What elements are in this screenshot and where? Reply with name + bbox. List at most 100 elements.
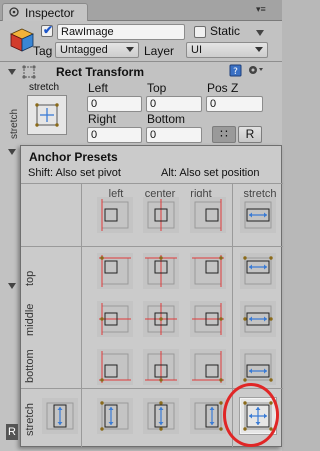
divider bbox=[81, 183, 82, 447]
foldout-arrow-icon[interactable] bbox=[8, 149, 16, 155]
bottom-tab-label: R bbox=[6, 424, 18, 440]
foldout-arrow-icon[interactable] bbox=[8, 69, 16, 75]
anchor-preset-stretch-right[interactable] bbox=[190, 398, 226, 434]
anchor-preset-icon bbox=[243, 401, 273, 431]
anchor-preset-stretch-stretch[interactable] bbox=[239, 397, 277, 435]
anchor-preset-stretch-center[interactable] bbox=[143, 398, 179, 434]
anchor-preset-bottom-right[interactable] bbox=[190, 349, 226, 385]
anchor-preset-icon bbox=[243, 353, 273, 382]
anchor-preset-icon bbox=[46, 402, 74, 430]
alt-hint: Alt: Also set position bbox=[161, 167, 260, 179]
anchor-preset-icon bbox=[243, 256, 273, 285]
anchor-preset-icon bbox=[147, 199, 175, 231]
anchor-preset-stretch-none[interactable] bbox=[42, 398, 78, 434]
divider bbox=[0, 61, 282, 62]
anchor-preset-icon bbox=[145, 351, 177, 383]
anchor-preset-top-left[interactable] bbox=[97, 253, 133, 289]
svg-text:?: ? bbox=[233, 67, 238, 77]
anchor-preset-middle-right[interactable] bbox=[190, 301, 226, 337]
anchor-preset-icon bbox=[145, 255, 177, 287]
anchor-preset-icon bbox=[99, 255, 131, 287]
component-title: Rect Transform bbox=[56, 65, 145, 79]
posz-field[interactable]: 0 bbox=[206, 96, 263, 112]
anchor-preset-icon bbox=[147, 401, 175, 431]
anchor-preset-icon bbox=[100, 401, 129, 431]
blueprint-mode-button[interactable]: ∷ bbox=[212, 126, 236, 143]
anchor-stretch-icon bbox=[35, 103, 59, 127]
anchor-preset-top-center[interactable] bbox=[143, 253, 179, 289]
tag-dropdown[interactable]: Untagged bbox=[55, 42, 139, 58]
static-dropdown-icon[interactable] bbox=[256, 30, 264, 36]
top-field[interactable]: 0 bbox=[146, 96, 202, 112]
right-label: Right bbox=[88, 112, 117, 126]
inspector-icon bbox=[9, 7, 19, 17]
anchor-preset-none-right[interactable] bbox=[190, 197, 226, 233]
active-checkbox[interactable]: ✔ bbox=[41, 23, 54, 37]
rect-transform-icon bbox=[22, 65, 36, 79]
anchor-preset-icon bbox=[194, 199, 222, 231]
gear-icon[interactable] bbox=[247, 63, 263, 77]
row-label-top: top bbox=[24, 270, 36, 286]
top-label: Top bbox=[147, 81, 167, 95]
row-label-bottom: bottom bbox=[24, 349, 36, 383]
anchor-preset-icon bbox=[99, 303, 131, 335]
anchor-preset-middle-stretch[interactable] bbox=[240, 301, 276, 337]
anchor-preset-icon bbox=[244, 201, 272, 229]
divider bbox=[21, 183, 283, 184]
posz-label: Pos Z bbox=[207, 81, 239, 95]
anchor-preset-icon bbox=[99, 351, 131, 383]
bottom-label: Bottom bbox=[147, 112, 186, 126]
anchor-preset-icon bbox=[192, 255, 224, 287]
anchor-preset-bottom-left[interactable] bbox=[97, 349, 133, 385]
checkmark-icon: ✔ bbox=[43, 23, 54, 37]
tab-inspector[interactable]: Inspector bbox=[2, 3, 88, 21]
shift-hint: Shift: Also set pivot bbox=[28, 167, 121, 179]
anchor-preset-middle-center[interactable] bbox=[143, 301, 179, 337]
popup-title: Anchor Presets bbox=[29, 150, 118, 164]
anchor-preset-top-right[interactable] bbox=[190, 253, 226, 289]
tag-label: Tag bbox=[33, 44, 53, 58]
tab-label: Inspector bbox=[25, 6, 75, 20]
gameobject-name-field[interactable]: RawImage bbox=[57, 24, 185, 40]
anchor-preset-icon bbox=[243, 305, 273, 333]
anchor-presets-button[interactable] bbox=[27, 95, 67, 135]
anchor-preset-bottom-center[interactable] bbox=[143, 349, 179, 385]
foldout-arrow-icon[interactable] bbox=[8, 283, 16, 289]
layer-dropdown[interactable]: UI bbox=[186, 42, 268, 58]
anchor-presets-popup: Anchor Presets Shift: Also set pivot Alt… bbox=[20, 145, 283, 447]
layer-label: Layer bbox=[144, 44, 175, 58]
chevron-down-icon bbox=[126, 47, 134, 52]
anchor-preset-top-stretch[interactable] bbox=[240, 253, 276, 289]
anchor-preset-bottom-stretch[interactable] bbox=[240, 349, 276, 385]
gameobject-cube-icon bbox=[10, 28, 34, 52]
anchor-vertical-label: stretch bbox=[9, 108, 20, 139]
anchor-preset-none-stretch[interactable] bbox=[240, 197, 276, 233]
anchor-preset-icon bbox=[192, 303, 224, 335]
divider bbox=[21, 388, 283, 389]
static-checkbox[interactable] bbox=[194, 26, 206, 38]
tag-value: Untagged bbox=[60, 44, 108, 56]
left-label: Left bbox=[88, 81, 109, 95]
help-book-icon[interactable]: ? bbox=[229, 64, 242, 77]
anchor-preset-none-center[interactable] bbox=[143, 197, 179, 233]
row-label-stretch: stretch bbox=[24, 402, 36, 436]
anchor-horizontal-label: stretch bbox=[29, 82, 60, 93]
right-field[interactable]: 0 bbox=[87, 127, 142, 143]
anchor-preset-icon bbox=[194, 401, 223, 431]
tab-menu-icon[interactable]: ▾≡ bbox=[256, 4, 266, 15]
left-field[interactable]: 0 bbox=[87, 96, 142, 112]
divider bbox=[232, 183, 233, 447]
anchor-preset-middle-left[interactable] bbox=[97, 301, 133, 337]
layer-value: UI bbox=[191, 44, 202, 56]
static-label: Static bbox=[210, 24, 241, 38]
raw-edit-button[interactable]: R bbox=[238, 126, 262, 143]
tab-bar: Inspector ▾≡ bbox=[0, 0, 282, 21]
bottom-field[interactable]: 0 bbox=[146, 127, 202, 143]
anchor-preset-stretch-left[interactable] bbox=[97, 398, 133, 434]
anchor-preset-icon bbox=[101, 199, 129, 231]
divider bbox=[21, 246, 283, 247]
anchor-preset-icon bbox=[145, 303, 177, 335]
row-label-middle: middle bbox=[24, 303, 36, 336]
anchor-preset-none-left[interactable] bbox=[97, 197, 133, 233]
anchor-preset-icon bbox=[192, 351, 224, 383]
